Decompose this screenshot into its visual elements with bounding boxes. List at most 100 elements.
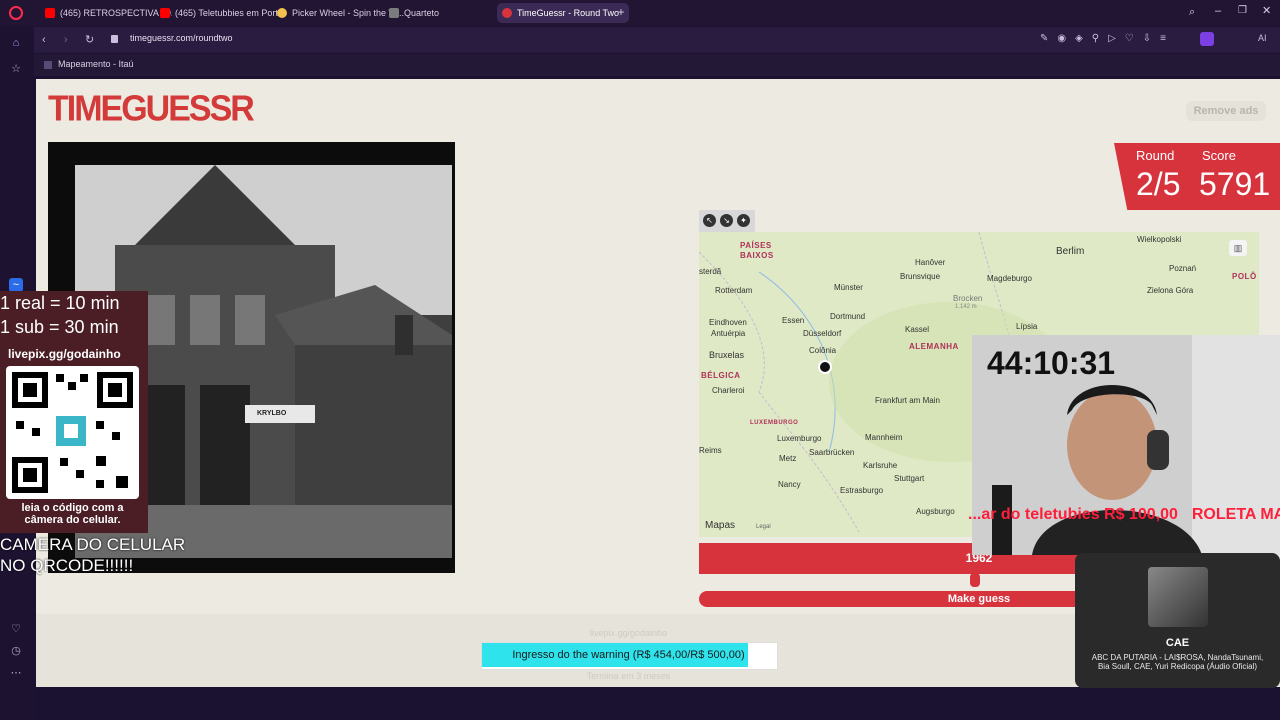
map-label: POLÔ: [1232, 272, 1257, 281]
camera-instruction: CAMERA DO CELULAR NO QRCODE!!!!!!: [0, 535, 186, 575]
map-label: Poznań: [1169, 264, 1197, 273]
expand-map-icon[interactable]: ↖: [703, 214, 716, 227]
now-playing-card: CAE ABC DA PUTARIA - LAI$ROSA, NandaTsun…: [1075, 553, 1280, 688]
new-tab-button[interactable]: +: [615, 6, 627, 18]
map-label: Luxemburgo: [777, 434, 822, 443]
home-icon[interactable]: ⌂: [9, 36, 23, 50]
score-panel: Round Score 2/5 5791: [1114, 143, 1280, 210]
tab-teletubbies[interactable]: (465) Teletubbies em Port...: [155, 3, 287, 23]
map-label: Nancy: [778, 480, 801, 489]
map-label: Zielona Góra: [1147, 286, 1194, 295]
close-window-button[interactable]: ✕: [1262, 4, 1271, 17]
maximize-button[interactable]: ❐: [1238, 5, 1247, 16]
map-label: Münster: [834, 283, 863, 292]
youtube-icon: [45, 8, 55, 18]
lock-icon: [111, 35, 118, 43]
bookmark-item[interactable]: Mapeamento - Itaú: [44, 59, 134, 69]
pin-map-icon[interactable]: ✦: [737, 214, 750, 227]
album-art: [1148, 567, 1208, 627]
song-title: ABC DA PUTARIA - LAI$ROSA, NandaTsunami,…: [1091, 653, 1264, 671]
map-label: Essen: [782, 316, 805, 325]
shrink-map-icon[interactable]: ↘: [720, 214, 733, 227]
forward-icon[interactable]: ›: [64, 34, 68, 46]
quarteto-icon: [389, 8, 399, 18]
map-label: 1.142 m: [955, 304, 977, 310]
year-slider-handle[interactable]: [970, 573, 980, 587]
map-label: Eindhoven: [709, 318, 747, 327]
map-label: Berlim: [1056, 246, 1085, 257]
heart-icon[interactable]: ♡: [9, 622, 23, 636]
map-label: Bruxelas: [709, 350, 745, 360]
map-label: Karlsruhe: [863, 461, 898, 470]
back-icon[interactable]: ‹: [42, 34, 46, 46]
map-type-icon[interactable]: ▥: [1229, 240, 1247, 256]
map-label: Frankfurt am Main: [875, 396, 940, 405]
map-label: ALEMANHA: [909, 342, 959, 351]
map-label: Magdeburgo: [987, 274, 1032, 283]
timeguessr-logo[interactable]: TIMEGUESSR: [48, 87, 255, 131]
map-attribution: Mapas: [705, 520, 736, 531]
tab-timeguessr[interactable]: TimeGuessr - Round Two: [497, 3, 629, 23]
qr-code-image: [12, 372, 133, 493]
donation-goal-text: Ingresso do the warning (R$ 454,00/R$ 50…: [512, 649, 745, 661]
map-label: Hanôver: [915, 258, 946, 267]
tab-retrospectiva[interactable]: (465) RETROSPECTIVA 20...: [40, 3, 172, 23]
aria-ai-button[interactable]: AI: [1258, 33, 1267, 43]
subathon-timer: 44:10:31: [987, 345, 1116, 381]
map-label: Dortmund: [830, 312, 866, 321]
tab-quarteto[interactable]: Quarteto: [384, 3, 504, 23]
tab-label: (465) Teletubbies em Port...: [175, 8, 286, 18]
youtube-icon: [160, 8, 170, 18]
map-label: Rotterdam: [715, 286, 753, 295]
map-label: Saarbrücken: [809, 448, 855, 457]
reload-icon[interactable]: ↻: [85, 33, 94, 46]
map-label: Düsseldorf: [803, 329, 842, 338]
tab-bar: (465) RETROSPECTIVA 20... (465) Teletubb…: [0, 0, 1280, 26]
alert-roleta: ROLETA MALUCA R$ 5,00: [1191, 506, 1280, 523]
tab-label: TimeGuessr - Round Two: [517, 8, 620, 18]
map-toolbar: ↖ ↘ ✦: [699, 210, 755, 232]
map-label: Antuérpia: [711, 329, 746, 338]
score-value: 5791: [1199, 166, 1271, 202]
extensions-icons[interactable]: ✎◉◈⚲▷♡⇩≡: [1040, 33, 1175, 44]
tab-label: Quarteto: [404, 8, 440, 18]
map-label: BÉLGICA: [701, 371, 741, 380]
map-label: Charleroi: [712, 386, 745, 395]
round-value: 2/5: [1136, 166, 1181, 202]
minimize-button[interactable]: –: [1215, 5, 1221, 17]
map-label: Wielkopolski: [1137, 235, 1182, 244]
map-label: Lípsia: [1016, 322, 1038, 331]
remove-ads-button[interactable]: Remove ads: [1186, 101, 1266, 121]
map-label: sterdã: [699, 267, 722, 276]
search-tabs-icon[interactable]: ⌕: [1189, 6, 1195, 19]
photo-sign-text: KRYLBO: [257, 410, 287, 417]
star-icon[interactable]: ☆: [9, 62, 23, 76]
map-pin-icon[interactable]: [818, 360, 832, 374]
map-label: Augsburgo: [916, 507, 955, 516]
rate-sub-text: 1 sub = 30 min: [0, 317, 119, 337]
qr-caption: leia o código com a câmera do celular.: [21, 502, 124, 526]
map-label: Reims: [699, 446, 722, 455]
qr-code: [6, 366, 139, 499]
map-label: PAÍSES BAIXOS: [740, 241, 774, 260]
map-label: LUXEMBURGO: [750, 420, 799, 426]
goal-ends-text: Termina em 3 meses: [586, 671, 671, 681]
map-legal-link[interactable]: Legal: [756, 524, 771, 530]
profile-icon[interactable]: [1200, 32, 1214, 46]
donation-alerts: ...ar do teletubies R$ 100,00 ROLETA MALU…: [968, 506, 1280, 524]
history-icon[interactable]: ◷: [9, 644, 23, 658]
url-field[interactable]: timeguessr.com/roundtwo: [130, 33, 233, 43]
map-label: Colônia: [809, 346, 837, 355]
more-icon[interactable]: ⋯: [9, 666, 23, 680]
apple-maps-attribution: Mapas: [705, 520, 735, 531]
picker-wheel-icon: [277, 8, 287, 18]
opera-logo-icon[interactable]: [9, 6, 23, 20]
round-label: Round: [1136, 148, 1175, 163]
livepix-url: livepix.gg/godainho: [8, 347, 121, 361]
map-label: Mannheim: [865, 433, 903, 442]
timeguessr-icon: [502, 8, 512, 18]
messenger-icon[interactable]: ~: [9, 278, 23, 292]
bookmark-label: Mapeamento - Itaú: [58, 59, 134, 69]
map-label: Estrasburgo: [840, 486, 884, 495]
map-label: Metz: [779, 454, 797, 463]
